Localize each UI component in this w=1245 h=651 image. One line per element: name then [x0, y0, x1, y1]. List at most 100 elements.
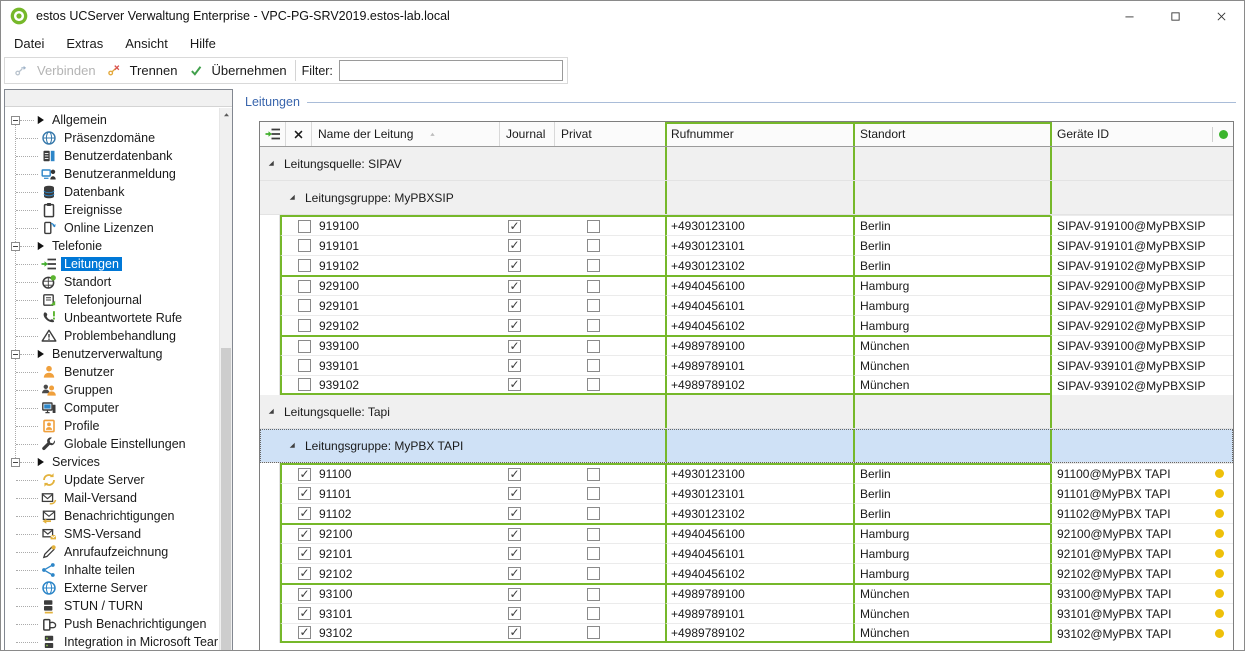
journal-checkbox[interactable]: [508, 280, 521, 293]
group-expander-icon[interactable]: [267, 407, 276, 416]
journal-checkbox[interactable]: [508, 239, 521, 252]
table-row[interactable]: 93101 +4989789101 München 93101@MyPBX TA…: [260, 603, 1233, 623]
sidebar-item-externe-server[interactable]: Externe Server: [5, 579, 232, 597]
privat-checkbox[interactable]: [587, 359, 600, 372]
journal-checkbox[interactable]: [508, 220, 521, 233]
journal-checkbox[interactable]: [508, 340, 521, 353]
journal-checkbox[interactable]: [508, 607, 521, 620]
journal-checkbox[interactable]: [508, 299, 521, 312]
header-clear-button[interactable]: [286, 122, 312, 146]
table-row[interactable]: 919101 +4930123101 Berlin SIPAV-919101@M…: [260, 235, 1233, 255]
table-row[interactable]: 929102 +4940456102 Hamburg SIPAV-929102@…: [260, 315, 1233, 335]
privat-checkbox[interactable]: [587, 588, 600, 601]
line-select-checkbox[interactable]: [298, 220, 311, 233]
sidebar-item-benutzerdatenbank[interactable]: Benutzerdatenbank: [5, 147, 232, 165]
line-select-checkbox[interactable]: [298, 528, 311, 541]
sidebar-item-anrufaufzeichnung[interactable]: Anrufaufzeichnung: [5, 543, 232, 561]
line-select-checkbox[interactable]: [298, 607, 311, 620]
sidebar-item-mail-versand[interactable]: Mail-Versand: [5, 489, 232, 507]
journal-checkbox[interactable]: [508, 547, 521, 560]
sidebar-item-präsenzdomäne[interactable]: Präsenzdomäne: [5, 129, 232, 147]
sidebar-item-online-lizenzen[interactable]: Online Lizenzen: [5, 219, 232, 237]
line-select-checkbox[interactable]: [298, 588, 311, 601]
journal-checkbox[interactable]: [508, 319, 521, 332]
sidebar-item-push-benachrichtigungen[interactable]: Push Benachrichtigungen: [5, 615, 232, 633]
column-header-geraete-id[interactable]: Geräte ID: [1050, 122, 1233, 146]
sidebar-item-gruppen[interactable]: Gruppen: [5, 381, 232, 399]
sidebar-item-sms-versand[interactable]: SMS-Versand: [5, 525, 232, 543]
privat-checkbox[interactable]: [587, 507, 600, 520]
column-header-name[interactable]: Name der Leitung: [312, 122, 500, 146]
collapse-box-icon[interactable]: [11, 116, 20, 125]
table-row[interactable]: 92102 +4940456102 Hamburg 92102@MyPBX TA…: [260, 563, 1233, 583]
privat-checkbox[interactable]: [587, 547, 600, 560]
journal-checkbox[interactable]: [508, 626, 521, 639]
menu-hilfe[interactable]: Hilfe: [179, 33, 227, 54]
sidebar-item-update-server[interactable]: Update Server: [5, 471, 232, 489]
line-group-row[interactable]: Leitungsgruppe: MyPBXSIP: [260, 181, 1233, 215]
journal-checkbox[interactable]: [508, 528, 521, 541]
journal-checkbox[interactable]: [508, 567, 521, 580]
line-source-group-row[interactable]: Leitungsquelle: SIPAV: [260, 147, 1233, 181]
sidebar-scrollbar[interactable]: [219, 108, 232, 651]
privat-checkbox[interactable]: [587, 607, 600, 620]
collapse-box-icon[interactable]: [11, 242, 20, 251]
table-row[interactable]: 92101 +4940456101 Hamburg 92101@MyPBX TA…: [260, 543, 1233, 563]
table-row[interactable]: 91100 +4930123100 Berlin 91100@MyPBX TAP…: [260, 463, 1233, 483]
line-source-group-row[interactable]: Leitungsquelle: Tapi: [260, 395, 1233, 429]
scroll-up-icon[interactable]: [220, 108, 232, 122]
sidebar-item-datenbank[interactable]: Datenbank: [5, 183, 232, 201]
menu-datei[interactable]: Datei: [3, 33, 55, 54]
sidebar-item-benutzeranmeldung[interactable]: Benutzeranmeldung: [5, 165, 232, 183]
privat-checkbox[interactable]: [587, 220, 600, 233]
table-row[interactable]: 939102 +4989789102 München SIPAV-939102@…: [260, 375, 1233, 395]
connect-button[interactable]: Verbinden: [9, 60, 102, 81]
column-header-standort[interactable]: Standort: [853, 122, 1050, 146]
line-select-checkbox[interactable]: [298, 280, 311, 293]
sidebar-item-integration-in-microsoft-tear[interactable]: Integration in Microsoft Tear: [5, 633, 232, 651]
line-select-checkbox[interactable]: [298, 340, 311, 353]
journal-checkbox[interactable]: [508, 259, 521, 272]
line-group-row[interactable]: Leitungsgruppe: MyPBX TAPI: [260, 429, 1233, 463]
collapse-box-icon[interactable]: [11, 350, 20, 359]
sidebar-item-profile[interactable]: Profile: [5, 417, 232, 435]
line-select-checkbox[interactable]: [298, 547, 311, 560]
sidebar-item-stun-turn[interactable]: STUN / TURN: [5, 597, 232, 615]
collapse-box-icon[interactable]: [11, 458, 20, 467]
line-select-checkbox[interactable]: [298, 239, 311, 252]
sidebar-item-benutzerverwaltung[interactable]: Benutzerverwaltung: [5, 345, 232, 363]
table-row[interactable]: 929100 +4940456100 Hamburg SIPAV-929100@…: [260, 275, 1233, 295]
line-select-checkbox[interactable]: [298, 378, 311, 391]
table-row[interactable]: 93102 +4989789102 München 93102@MyPBX TA…: [260, 623, 1233, 643]
table-row[interactable]: 92100 +4940456100 Hamburg 92100@MyPBX TA…: [260, 523, 1233, 543]
privat-checkbox[interactable]: [587, 378, 600, 391]
sidebar-item-problembehandlung[interactable]: Problembehandlung: [5, 327, 232, 345]
privat-checkbox[interactable]: [587, 319, 600, 332]
journal-checkbox[interactable]: [508, 487, 521, 500]
apply-button[interactable]: Übernehmen: [184, 60, 293, 81]
group-expander-icon[interactable]: [288, 193, 297, 202]
table-row[interactable]: 939100 +4989789100 München SIPAV-939100@…: [260, 335, 1233, 355]
privat-checkbox[interactable]: [587, 528, 600, 541]
privat-checkbox[interactable]: [587, 259, 600, 272]
sidebar-item-ereignisse[interactable]: Ereignisse: [5, 201, 232, 219]
sidebar-item-standort[interactable]: Standort: [5, 273, 232, 291]
sidebar-item-inhalte-teilen[interactable]: Inhalte teilen: [5, 561, 232, 579]
privat-checkbox[interactable]: [587, 468, 600, 481]
column-header-privat[interactable]: Privat: [555, 122, 665, 146]
line-select-checkbox[interactable]: [298, 359, 311, 372]
privat-checkbox[interactable]: [587, 340, 600, 353]
line-select-checkbox[interactable]: [298, 507, 311, 520]
line-select-checkbox[interactable]: [298, 468, 311, 481]
table-row[interactable]: 929101 +4940456101 Hamburg SIPAV-929101@…: [260, 295, 1233, 315]
privat-checkbox[interactable]: [587, 567, 600, 580]
line-select-checkbox[interactable]: [298, 487, 311, 500]
sidebar-item-benutzer[interactable]: Benutzer: [5, 363, 232, 381]
table-row[interactable]: 91101 +4930123101 Berlin 91101@MyPBX TAP…: [260, 483, 1233, 503]
header-lines-button[interactable]: [260, 122, 286, 146]
minimize-button[interactable]: [1106, 1, 1152, 31]
scrollbar-thumb[interactable]: [221, 348, 231, 651]
line-select-checkbox[interactable]: [298, 319, 311, 332]
sidebar-item-telefonie[interactable]: Telefonie: [5, 237, 232, 255]
privat-checkbox[interactable]: [587, 280, 600, 293]
